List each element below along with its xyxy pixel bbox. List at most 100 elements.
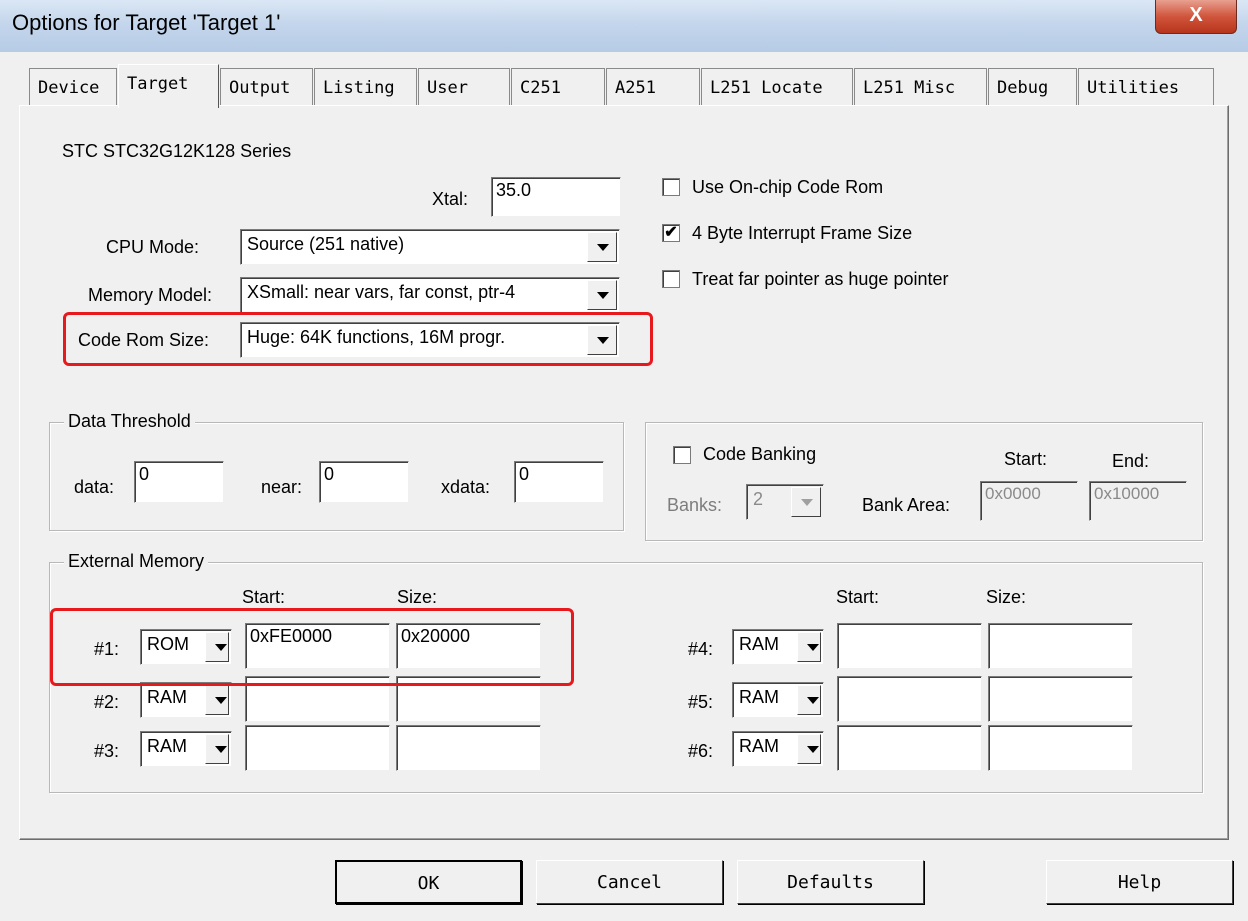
- tab-label: Target: [127, 74, 189, 94]
- memory-model-label: Memory Model:: [88, 285, 213, 305]
- near-label: near:: [261, 477, 303, 497]
- tab-listing[interactable]: Listing: [314, 68, 417, 106]
- banks-label: Banks:: [667, 495, 723, 515]
- tab-label: Utilities: [1087, 78, 1180, 98]
- chevron-down-icon[interactable]: [797, 734, 821, 764]
- bank-start-header: Start:: [1004, 449, 1048, 469]
- highlight-box-code-rom: [63, 312, 653, 366]
- bank-end-header: End:: [1112, 451, 1150, 471]
- help-button[interactable]: Help: [1046, 860, 1233, 904]
- ext-row-5-type-select[interactable]: RAM: [732, 682, 824, 718]
- ext-row-6-start-input[interactable]: [837, 725, 982, 771]
- tab-c251[interactable]: C251: [511, 68, 605, 106]
- device-name: STC STC32G12K128 Series: [62, 141, 292, 161]
- interrupt-frame-label[interactable]: 4 Byte Interrupt Frame Size: [692, 223, 912, 244]
- window-title: Options for Target 'Target 1': [12, 10, 281, 35]
- tab-l251-locate[interactable]: L251 Locate: [701, 68, 853, 106]
- tab-label: Listing: [323, 78, 395, 98]
- ext-row-5-type: RAM: [739, 687, 779, 707]
- ext-row-6-type: RAM: [739, 736, 779, 756]
- ext-row-2-label: #2:: [94, 692, 120, 712]
- bank-end-input[interactable]: 0x10000: [1089, 481, 1187, 521]
- bank-start-input[interactable]: 0x0000: [980, 481, 1078, 521]
- code-banking-label[interactable]: Code Banking: [703, 444, 816, 465]
- far-pointer-huge-checkbox[interactable]: [662, 270, 680, 288]
- tab-l251-misc[interactable]: L251 Misc: [854, 68, 987, 106]
- near-input[interactable]: 0: [319, 461, 409, 503]
- banks-select[interactable]: 2: [746, 484, 824, 520]
- ext-row-2-type-select[interactable]: RAM: [140, 682, 232, 718]
- bank-area-label: Bank Area:: [862, 495, 951, 515]
- cancel-button[interactable]: Cancel: [536, 860, 723, 904]
- tab-a251[interactable]: A251: [606, 68, 700, 106]
- tab-label: Device: [38, 78, 100, 98]
- data-label: data:: [74, 477, 115, 497]
- tab-debug[interactable]: Debug: [988, 68, 1077, 106]
- ext-row-4-type-select[interactable]: RAM: [732, 629, 824, 665]
- chevron-down-icon[interactable]: [205, 685, 229, 715]
- chevron-down-icon[interactable]: [797, 685, 821, 715]
- chevron-down-icon[interactable]: [797, 632, 821, 662]
- memory-model-select[interactable]: XSmall: near vars, far const, ptr-4: [240, 277, 620, 313]
- defaults-button[interactable]: Defaults: [737, 860, 924, 904]
- ext-row-6-label: #6:: [688, 741, 714, 761]
- tab-device[interactable]: Device: [29, 68, 117, 106]
- ok-button[interactable]: OK: [335, 860, 522, 904]
- chevron-down-icon[interactable]: [205, 734, 229, 764]
- highlight-box-ext-rom: [50, 608, 574, 686]
- tab-label: L251 Locate: [710, 78, 823, 98]
- ext-size-header-left: Size:: [397, 587, 438, 607]
- ext-row-3-type: RAM: [147, 736, 187, 756]
- data-threshold-title: Data Threshold: [64, 411, 195, 432]
- cpu-mode-select[interactable]: Source (251 native): [240, 229, 620, 265]
- ext-row-4-label: #4:: [688, 639, 714, 659]
- use-onchip-code-rom-checkbox[interactable]: [662, 178, 680, 196]
- tab-label: C251: [520, 78, 561, 98]
- banks-value: 2: [753, 489, 764, 509]
- chevron-down-icon[interactable]: [587, 232, 617, 262]
- use-onchip-code-rom-label[interactable]: Use On-chip Code Rom: [692, 177, 883, 198]
- tab-label: Debug: [997, 78, 1049, 98]
- close-button[interactable]: X: [1155, 0, 1237, 34]
- tab-label: L251 Misc: [863, 78, 956, 98]
- ext-row-3-type-select[interactable]: RAM: [140, 731, 232, 767]
- ext-row-5-start-input[interactable]: [837, 676, 982, 722]
- xdata-label: xdata:: [441, 477, 491, 497]
- code-banking-checkbox[interactable]: [673, 446, 691, 464]
- ext-row-3-start-input[interactable]: [245, 725, 390, 771]
- chevron-down-icon[interactable]: [587, 280, 617, 310]
- ext-row-4-size-input[interactable]: [988, 623, 1133, 669]
- xtal-input[interactable]: 35.0: [491, 177, 621, 217]
- ext-row-5-label: #5:: [688, 692, 714, 712]
- tab-output[interactable]: Output: [220, 68, 313, 106]
- chevron-down-icon[interactable]: [791, 487, 821, 517]
- check-icon: ✔: [664, 224, 678, 241]
- ext-size-header-right: Size:: [986, 587, 1027, 607]
- cpu-mode-label: CPU Mode:: [106, 237, 200, 257]
- tab-label: A251: [615, 78, 656, 98]
- cpu-mode-value: Source (251 native): [247, 234, 405, 254]
- close-icon: X: [1189, 4, 1203, 26]
- ext-row-4-type: RAM: [739, 634, 779, 654]
- tab-label: Output: [229, 78, 291, 98]
- ext-start-header-right: Start:: [836, 587, 880, 607]
- tab-user[interactable]: User: [418, 68, 510, 106]
- title-bar: Options for Target 'Target 1' X: [0, 0, 1248, 52]
- interrupt-frame-checkbox[interactable]: ✔: [662, 224, 680, 242]
- tab-utilities[interactable]: Utilities: [1078, 68, 1214, 106]
- ext-row-2-type: RAM: [147, 687, 187, 707]
- tab-target[interactable]: Target: [118, 64, 219, 108]
- ext-row-3-label: #3:: [94, 741, 120, 761]
- ext-row-6-type-select[interactable]: RAM: [732, 731, 824, 767]
- ext-row-4-start-input[interactable]: [837, 623, 982, 669]
- ext-start-header-left: Start:: [242, 587, 286, 607]
- data-input[interactable]: 0: [134, 461, 224, 503]
- far-pointer-huge-label[interactable]: Treat far pointer as huge pointer: [692, 269, 948, 290]
- external-memory-title: External Memory: [64, 551, 209, 572]
- xdata-input[interactable]: 0: [514, 461, 604, 503]
- memory-model-value: XSmall: near vars, far const, ptr-4: [247, 282, 516, 302]
- ext-row-5-size-input[interactable]: [988, 676, 1133, 722]
- ext-row-3-size-input[interactable]: [396, 725, 541, 771]
- ext-row-6-size-input[interactable]: [988, 725, 1133, 771]
- tab-label: User: [427, 78, 468, 98]
